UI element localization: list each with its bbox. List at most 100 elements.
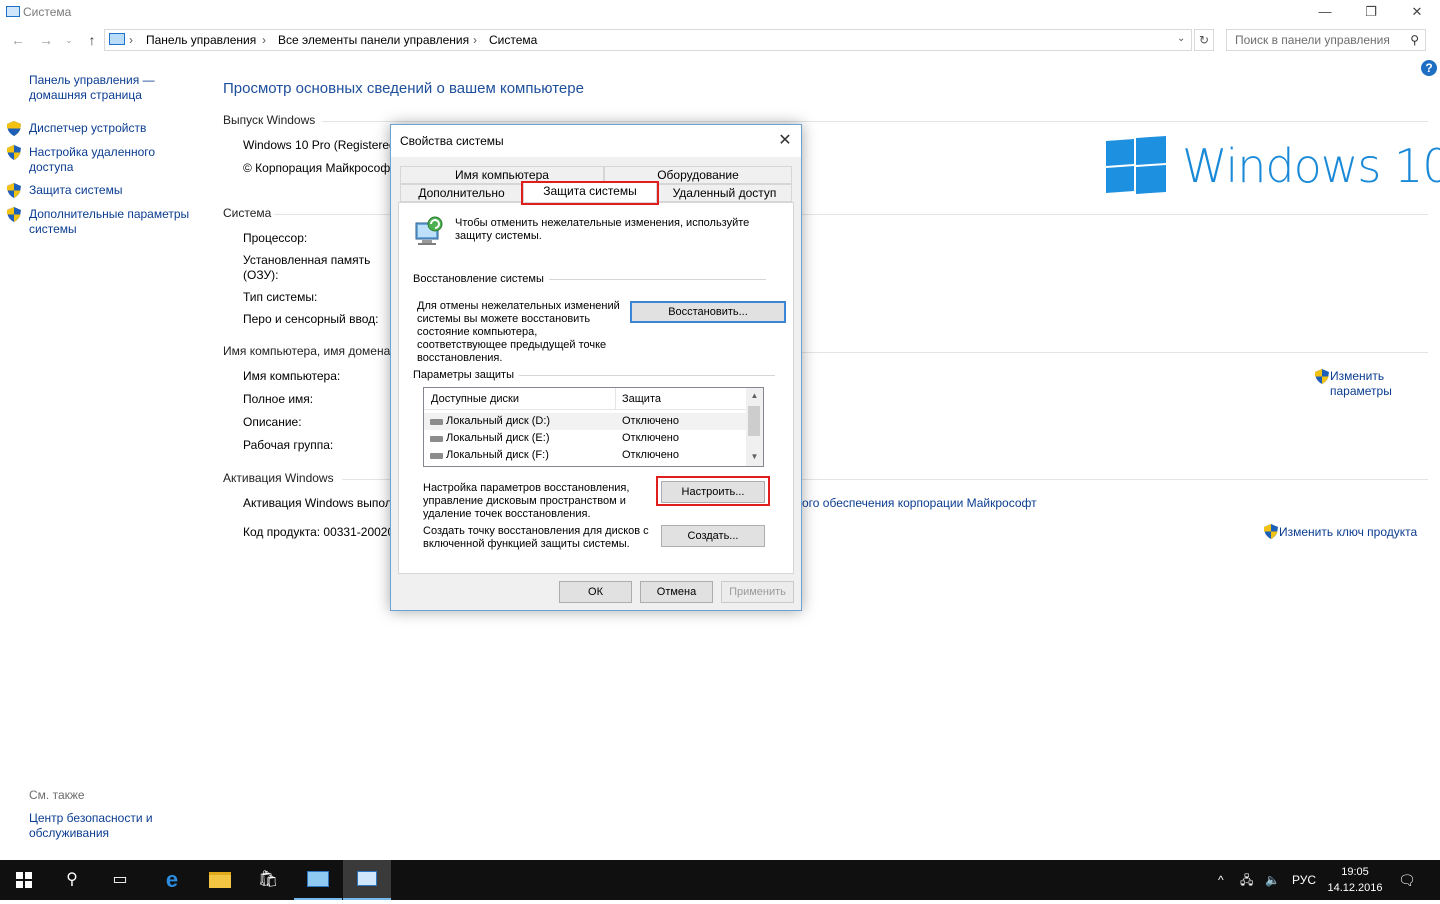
restore-line: Для отмены нежелательных изменений [417, 300, 620, 312]
clock[interactable]: 19:05 14.12.2016 [1322, 864, 1388, 896]
license-terms-link[interactable]: ого обеспечения корпорации Майкрософт [802, 496, 1037, 511]
action-center-icon[interactable]: 🗨 [1398, 860, 1416, 900]
windows-logo-icon [1106, 135, 1166, 195]
forward-arrow-icon[interactable]: → [36, 29, 56, 51]
system-properties-taskbar-icon[interactable] [343, 860, 391, 900]
clock-date: 14.12.2016 [1327, 882, 1383, 894]
maximize-button[interactable]: ❐ [1348, 0, 1394, 26]
sidebar-item-remote-settings[interactable]: Настройка удаленного доступа [29, 145, 155, 175]
system-type-label: Тип системы: [243, 290, 318, 304]
drives-list[interactable]: Доступные диски Защита Локальный диск (D… [423, 387, 764, 467]
sidebar-item-system-protection[interactable]: Защита системы [29, 183, 122, 198]
network-icon[interactable]: 🖧 [1240, 860, 1253, 900]
column-header-protection[interactable]: Защита [622, 393, 661, 405]
processor-label: Процессор: [243, 231, 308, 245]
breadcrumb-all-items[interactable]: Все элементы панели управления [278, 33, 469, 47]
drive-name: Локальный диск (F:) [446, 449, 549, 461]
create-description: Создать точку восстановления для дисков … [423, 525, 649, 551]
edge-icon[interactable]: e [148, 860, 196, 900]
control-panel-icon [109, 33, 125, 45]
scroll-down-icon[interactable]: ▼ [746, 452, 763, 461]
sidebar-item-label: Центр безопасности и [29, 811, 153, 825]
shield-icon [7, 183, 21, 198]
cancel-button[interactable]: Отмена [640, 581, 713, 603]
section-heading-system: Система [223, 206, 272, 220]
change-product-key-link[interactable]: Изменить ключ продукта [1279, 525, 1417, 540]
start-button[interactable] [0, 860, 48, 900]
drive-status: Отключено [622, 415, 679, 427]
table-row[interactable]: Локальный диск (D:) Отключено [424, 413, 746, 430]
dialog-title-bar: Свойства системы ✕ [391, 125, 801, 157]
clock-time: 19:05 [1341, 866, 1369, 878]
create-line: включенной функцией защиты системы. [423, 538, 630, 550]
input-language[interactable]: РУС [1292, 860, 1316, 900]
search-input[interactable]: Поиск в панели управления ⚲ [1226, 29, 1426, 51]
column-divider [615, 388, 616, 410]
breadcrumb-system[interactable]: Система [489, 33, 537, 47]
sidebar-item-security-center[interactable]: Центр безопасности и обслуживания [29, 811, 153, 841]
refresh-icon[interactable]: ↻ [1194, 29, 1214, 51]
create-button[interactable]: Создать... [661, 525, 765, 547]
sidebar-item-device-manager[interactable]: Диспетчер устройств [29, 121, 146, 136]
list-scrollbar[interactable]: ▲ ▼ [746, 388, 763, 466]
address-dropdown-icon[interactable]: ⌄ [1177, 33, 1185, 44]
product-key: Код продукта: 00331-20020 [243, 525, 395, 539]
breadcrumb-separator-icon[interactable]: › [262, 33, 266, 47]
help-icon[interactable]: ? [1421, 60, 1437, 76]
dialog-close-button[interactable]: ✕ [769, 125, 801, 157]
search-icon[interactable]: ⚲ [1410, 33, 1419, 47]
sidebar-home-link[interactable]: Панель управления — домашняя страница [29, 73, 155, 103]
scroll-up-icon[interactable]: ▲ [746, 391, 763, 400]
workgroup-label: Рабочая группа: [243, 438, 334, 452]
table-row[interactable]: Локальный диск (E:) Отключено [424, 430, 746, 447]
list-header: Доступные диски Защита [424, 388, 746, 410]
minimize-button[interactable]: — [1302, 0, 1348, 26]
drive-icon [430, 436, 443, 442]
computer-name-label: Имя компьютера: [243, 369, 341, 383]
show-hidden-icons-chevron-icon[interactable]: ^ [1218, 860, 1224, 900]
task-view-icon[interactable]: ▭ [96, 860, 144, 900]
tab-system-protection[interactable]: Защита системы [523, 182, 657, 202]
recent-chevron-icon[interactable]: ⌄ [62, 29, 76, 51]
volume-icon[interactable]: 🔈 [1265, 860, 1280, 900]
drive-name: Локальный диск (E:) [446, 432, 550, 444]
search-taskbar-icon[interactable]: ⚲ [48, 860, 96, 900]
sidebar-home-line1: Панель управления — [29, 73, 155, 87]
breadcrumb-separator-icon[interactable]: › [129, 33, 133, 47]
ram-label-line1: Установленная память [243, 253, 371, 267]
apply-button[interactable]: Применить [721, 581, 794, 603]
section-heading-activation: Активация Windows [223, 471, 334, 485]
shield-icon [1315, 369, 1329, 384]
scroll-thumb[interactable] [748, 406, 760, 436]
breadcrumb-control-panel[interactable]: Панель управления [146, 33, 256, 47]
address-bar[interactable]: › Панель управления › Все элементы панел… [104, 29, 1192, 51]
restore-button[interactable]: Восстановить... [630, 301, 786, 323]
tab-remote-access[interactable]: Удаленный доступ [657, 184, 792, 202]
ok-button[interactable]: ОК [559, 581, 632, 603]
activation-status: Активация Windows выпол [243, 496, 392, 510]
tab-advanced[interactable]: Дополнительно [400, 184, 523, 202]
ram-label-line2: (ОЗУ): [243, 268, 279, 282]
configure-line: Настройка параметров восстановления, [423, 482, 630, 494]
restore-line: соответствующее предыдущей точке [417, 339, 607, 351]
change-settings-line2: параметры [1330, 384, 1392, 398]
up-arrow-icon[interactable]: ↑ [82, 29, 102, 51]
table-row[interactable]: Локальный диск (F:) Отключено [424, 447, 746, 464]
control-panel-taskbar-icon[interactable] [294, 860, 342, 900]
sidebar-item-advanced-settings[interactable]: Дополнительные параметры системы [29, 207, 189, 237]
file-explorer-icon[interactable] [196, 860, 244, 900]
drive-status: Отключено [622, 449, 679, 461]
configure-button[interactable]: Настроить... [661, 481, 765, 503]
store-icon[interactable]: 🛍 [244, 860, 292, 900]
drive-name: Локальный диск (D:) [446, 415, 551, 427]
shield-icon [7, 145, 21, 160]
column-header-drives[interactable]: Доступные диски [431, 393, 519, 405]
sidebar-item-label: системы [29, 222, 77, 236]
change-settings-link[interactable]: Изменить параметры [1330, 369, 1392, 399]
copyright-text: © Корпорация Майкрософ [243, 161, 391, 175]
close-button[interactable]: ✕ [1394, 0, 1440, 26]
back-arrow-icon[interactable]: ← [8, 29, 28, 51]
taskbar: ⚲ ▭ e 🛍 ^ 🖧 🔈 РУС 19:05 14.12.2016 🗨 [0, 860, 1440, 900]
breadcrumb-separator-icon[interactable]: › [473, 33, 477, 47]
windows-start-icon [16, 872, 32, 888]
